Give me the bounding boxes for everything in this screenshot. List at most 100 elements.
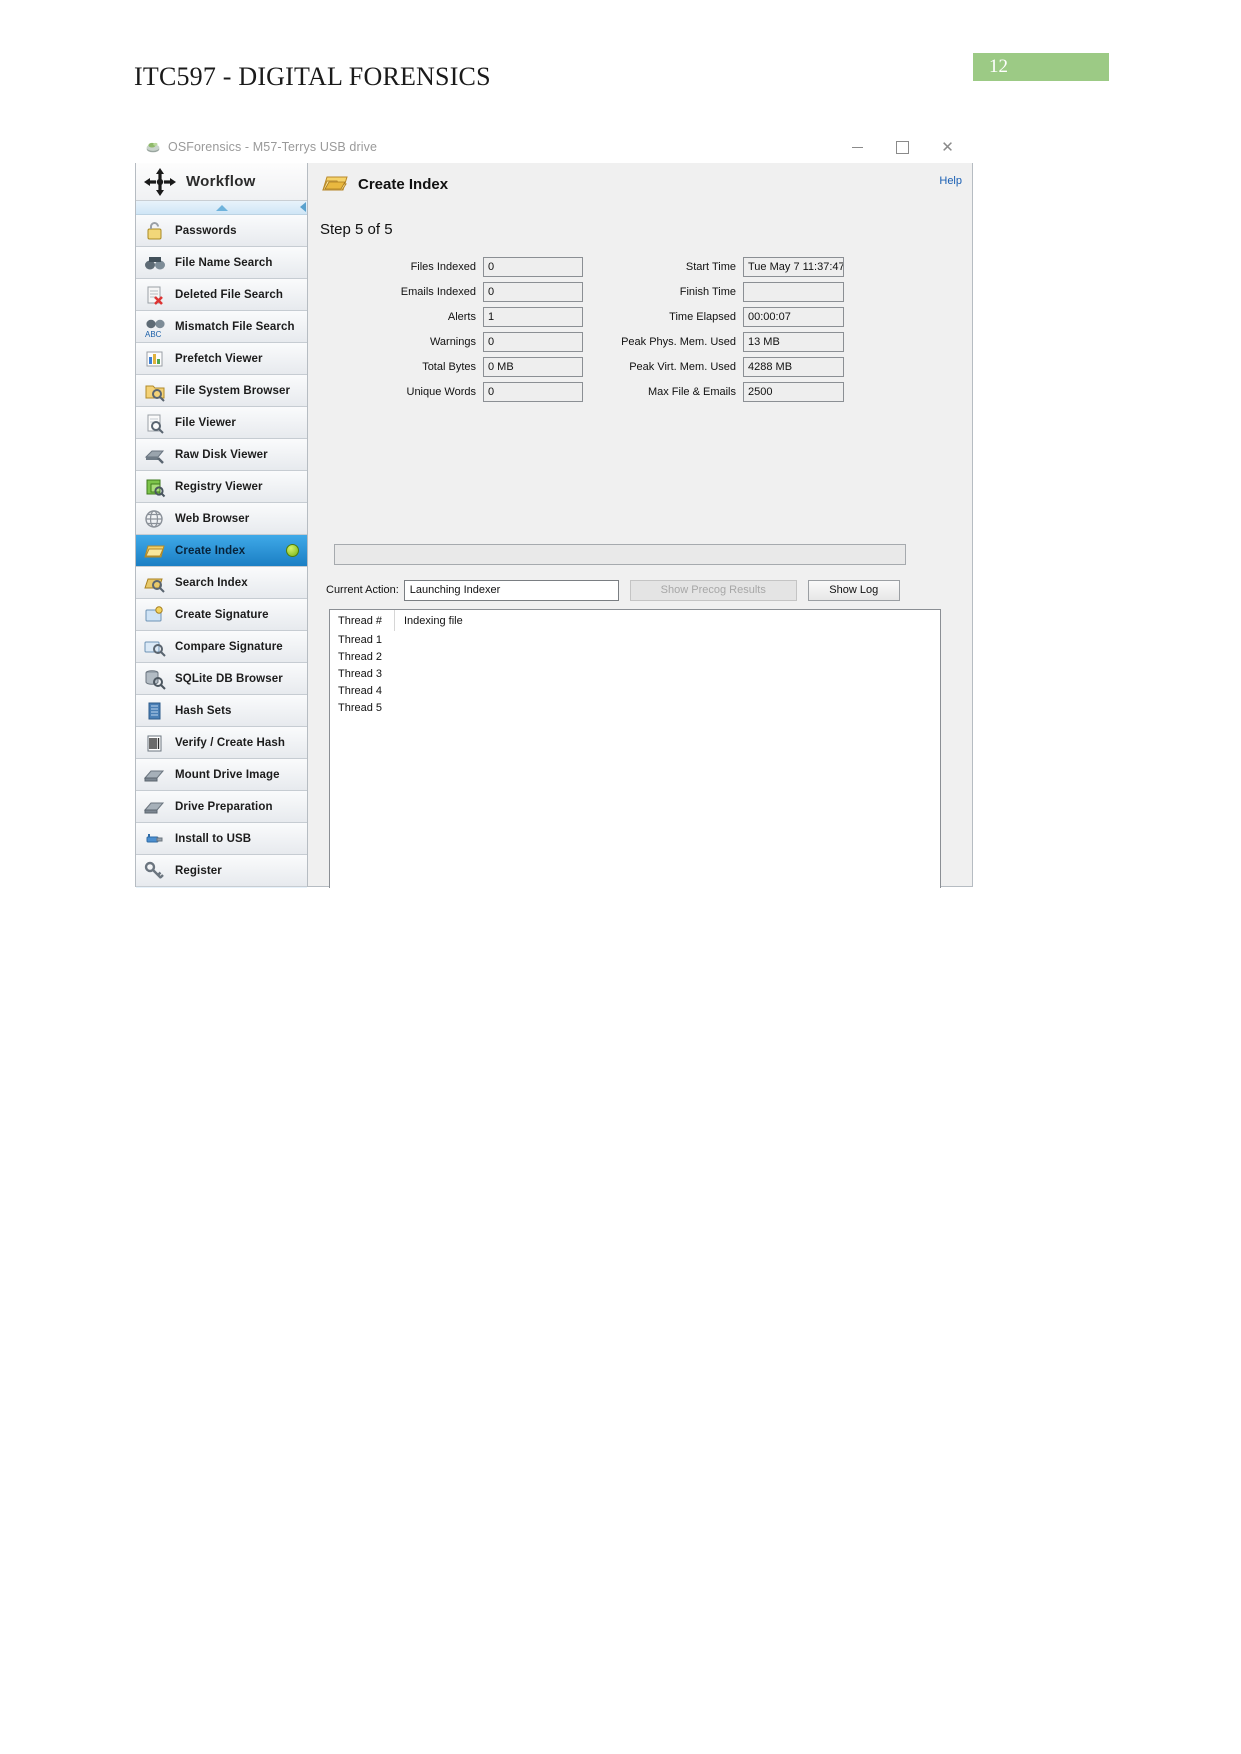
- workflow-header: Workflow: [136, 163, 307, 201]
- chevron-up-icon: [215, 205, 228, 211]
- sidebar-scroll-down[interactable]: [136, 887, 307, 888]
- binoculars-icon: [143, 252, 167, 274]
- sidebar-item-file-system-browser[interactable]: File System Browser: [136, 375, 307, 407]
- sidebar-item-compare-signature[interactable]: Compare Signature: [136, 631, 307, 663]
- field-row: Time Elapsed 00:00:07: [586, 306, 844, 327]
- sidebar-item-label: Web Browser: [175, 512, 250, 525]
- sidebar-item-label: File System Browser: [175, 384, 291, 397]
- sidebar-item-label: Register: [175, 864, 222, 877]
- field-value[interactable]: 0: [483, 281, 583, 302]
- window-controls: ✕: [835, 131, 970, 163]
- maximize-button[interactable]: [880, 132, 925, 162]
- table-row[interactable]: Thread 5: [330, 699, 940, 716]
- disk-wrench-icon: [143, 444, 167, 466]
- field-row: Peak Phys. Mem. Used 13 MB: [586, 331, 844, 352]
- sidebar-item-mismatch-file-search[interactable]: ABC Mismatch File Search: [136, 311, 307, 343]
- sidebar-scroll-up[interactable]: [136, 201, 307, 215]
- sidebar-item-label: Verify / Create Hash: [175, 736, 286, 749]
- chevron-right-icon: [300, 202, 306, 212]
- thread-column-header: Thread #: [338, 614, 383, 627]
- sidebar-item-drive-preparation[interactable]: Drive Preparation: [136, 791, 307, 823]
- sidebar-item-file-name-search[interactable]: File Name Search: [136, 247, 307, 279]
- folder-search-icon: [143, 380, 167, 402]
- sidebar-item-search-index[interactable]: Search Index: [136, 567, 307, 599]
- workflow-nav-list: Passwords File Name Search Deleted File Se…: [136, 215, 307, 887]
- sidebar-item-label: Compare Signature: [175, 640, 283, 653]
- field-value[interactable]: 0: [483, 381, 583, 402]
- table-row[interactable]: Thread 2: [330, 648, 940, 665]
- sidebar-item-hash-sets[interactable]: Hash Sets: [136, 695, 307, 727]
- barcode-hash-icon: [143, 732, 167, 754]
- show-log-button[interactable]: Show Log: [807, 579, 900, 601]
- sidebar-item-label: File Name Search: [175, 256, 273, 269]
- field-value[interactable]: 0: [483, 256, 583, 277]
- field-label: Total Bytes: [422, 360, 476, 373]
- panel-title-text: Create Index: [358, 175, 449, 193]
- bar-chart-icon: [143, 348, 167, 370]
- sidebar-item-verify-create-hash[interactable]: Verify / Create Hash: [136, 727, 307, 759]
- sidebar-item-registry-viewer[interactable]: Registry Viewer: [136, 471, 307, 503]
- field-label: Max File & Emails: [647, 385, 736, 398]
- sidebar-item-deleted-file-search[interactable]: Deleted File Search: [136, 279, 307, 311]
- green-registry-icon: [143, 476, 167, 498]
- thread-table-header: Thread # Indexing file: [330, 610, 940, 631]
- close-icon[interactable]: ✕: [925, 132, 970, 162]
- field-label: Emails Indexed: [400, 285, 476, 298]
- field-row: Unique Words 0: [352, 381, 583, 402]
- drive-mount-icon: [143, 764, 167, 786]
- field-label: Finish Time: [679, 285, 736, 298]
- sidebar-item-label: Hash Sets: [175, 704, 232, 717]
- table-row[interactable]: Thread 1: [330, 631, 940, 648]
- globe-web-icon: [143, 508, 167, 530]
- field-row: Max File & Emails 2500: [586, 381, 844, 402]
- yellow-index-icon: [321, 172, 349, 196]
- field-row: Emails Indexed 0: [352, 281, 583, 302]
- sidebar-item-create-signature[interactable]: Create Signature: [136, 599, 307, 631]
- field-value[interactable]: 2500: [743, 381, 844, 402]
- sidebar-item-sqlite-db-browser[interactable]: SQLite DB Browser: [136, 663, 307, 695]
- workflow-header-label: Workflow: [186, 173, 256, 190]
- current-action-row: Current Action: Launching Indexer Show P…: [326, 579, 956, 601]
- field-value[interactable]: 4288 MB: [743, 356, 844, 377]
- index-search-icon: [143, 572, 167, 594]
- sidebar-item-web-browser[interactable]: Web Browser: [136, 503, 307, 535]
- field-row: Files Indexed 0: [352, 256, 583, 277]
- window-title-text: OSForensics - M57-Terrys USB drive: [168, 140, 377, 154]
- sidebar-item-file-viewer[interactable]: File Viewer: [136, 407, 307, 439]
- sidebar-item-label: Install to USB: [175, 832, 252, 845]
- show-precog-results-button[interactable]: Show Precog Results: [629, 579, 797, 601]
- usb-install-icon: [143, 828, 167, 850]
- sidebar-item-create-index[interactable]: Create Index: [136, 535, 307, 567]
- field-value[interactable]: 00:00:07: [743, 306, 844, 327]
- field-value[interactable]: 0: [483, 331, 583, 352]
- field-value[interactable]: 0 MB: [483, 356, 583, 377]
- thread-table[interactable]: Thread # Indexing file Thread 1 Thread 2 T…: [329, 609, 941, 888]
- table-row[interactable]: Thread 3: [330, 665, 940, 682]
- sidebar-item-prefetch-viewer[interactable]: Prefetch Viewer: [136, 343, 307, 375]
- sidebar-item-install-to-usb[interactable]: Install to USB: [136, 823, 307, 855]
- osforensics-app-icon: [146, 140, 161, 154]
- thread-name-cell: Thread 3: [338, 667, 383, 680]
- sidebar-item-label: Deleted File Search: [175, 288, 283, 301]
- osforensics-window: OSForensics - M57-Terrys USB drive ✕ Wor…: [134, 131, 974, 888]
- help-link[interactable]: Help: [939, 175, 962, 187]
- field-label: Unique Words: [406, 385, 477, 398]
- field-value[interactable]: 1: [483, 306, 583, 327]
- sidebar-item-mount-drive-image[interactable]: Mount Drive Image: [136, 759, 307, 791]
- sidebar-item-raw-disk-viewer[interactable]: Raw Disk Viewer: [136, 439, 307, 471]
- minimize-button[interactable]: [835, 132, 880, 162]
- drive-prep-icon: [143, 796, 167, 818]
- field-row: Total Bytes 0 MB: [352, 356, 583, 377]
- field-label: Files Indexed: [410, 260, 476, 273]
- workflow-sidebar: Workflow Passwords File Name Search Delete…: [135, 163, 308, 888]
- sidebar-item-register[interactable]: Register: [136, 855, 307, 887]
- field-value[interactable]: [743, 281, 844, 302]
- field-value[interactable]: 13 MB: [743, 331, 844, 352]
- field-label: Alerts: [447, 310, 476, 323]
- field-label: Time Elapsed: [669, 310, 736, 323]
- table-row[interactable]: Thread 4: [330, 682, 940, 699]
- sidebar-item-passwords[interactable]: Passwords: [136, 215, 307, 247]
- field-label: Start Time: [685, 260, 736, 273]
- sidebar-item-label: Search Index: [175, 576, 248, 589]
- field-value[interactable]: Tue May 7 11:37:47: [743, 256, 844, 277]
